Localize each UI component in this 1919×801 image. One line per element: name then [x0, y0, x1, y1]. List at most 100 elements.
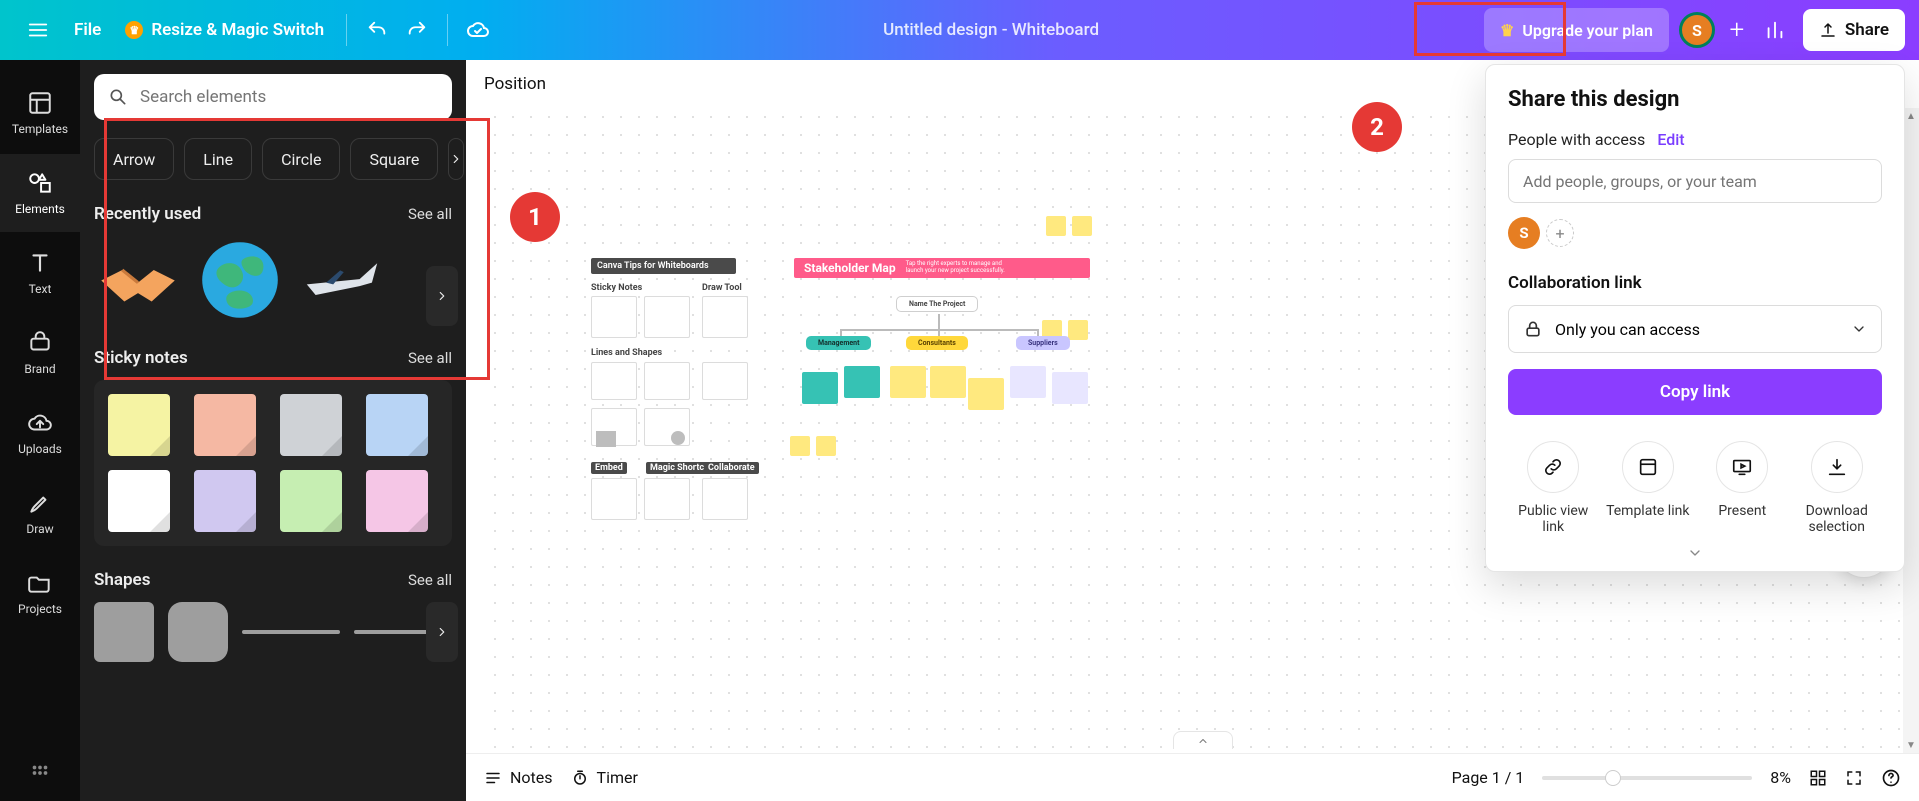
zoom-thumb[interactable] — [1605, 770, 1621, 786]
shape-square[interactable] — [94, 602, 154, 662]
recent-globe[interactable] — [196, 236, 284, 324]
document-title[interactable]: Untitled design - Whiteboard — [883, 20, 1099, 40]
pill-management[interactable]: Management — [806, 336, 871, 350]
search-input[interactable] — [138, 86, 438, 108]
page-pull-handle[interactable] — [1173, 731, 1233, 749]
project-name-pill[interactable]: Name The Project — [896, 296, 978, 312]
sticky-coral[interactable] — [194, 394, 256, 456]
sticky-yellow[interactable] — [108, 394, 170, 456]
scroll-down-icon[interactable]: ▼ — [1903, 737, 1919, 753]
sticky-white[interactable] — [108, 470, 170, 532]
scroll-up-icon[interactable]: ▲ — [1903, 108, 1919, 124]
chip-circle[interactable]: Circle — [262, 138, 340, 180]
chip-line[interactable]: Line — [184, 138, 252, 180]
canvas-note[interactable] — [930, 366, 966, 398]
add-collaborator-button[interactable]: + — [1719, 12, 1755, 48]
element-chips: Arrow Line Circle Square — [94, 138, 452, 180]
share-opt-present[interactable]: Present — [1697, 441, 1788, 535]
canvas-note[interactable] — [1052, 372, 1088, 404]
user-avatar[interactable]: S — [1679, 12, 1715, 48]
fullscreen-button[interactable] — [1845, 769, 1863, 787]
share-button[interactable]: Share — [1803, 9, 1905, 51]
zoom-percent[interactable]: 8% — [1770, 768, 1791, 787]
grid-view-button[interactable] — [1809, 769, 1827, 787]
page-indicator[interactable]: Page 1 / 1 — [1452, 768, 1525, 787]
canvas-sticky[interactable] — [1046, 216, 1066, 236]
file-menu[interactable]: File — [62, 10, 113, 50]
callout-number-2: 2 — [1352, 102, 1402, 152]
share-user-avatar[interactable]: S — [1508, 217, 1540, 249]
shape-rounded[interactable] — [168, 602, 228, 662]
menu-button[interactable] — [14, 6, 62, 54]
canvas-note[interactable] — [968, 378, 1004, 410]
resize-magic-switch[interactable]: ♛ Resize & Magic Switch — [113, 10, 336, 50]
sticky-green[interactable] — [280, 470, 342, 532]
handshake-icon — [96, 249, 180, 312]
section-title: Sticky notes — [94, 348, 188, 368]
pill-suppliers[interactable]: Suppliers — [1016, 336, 1070, 350]
recent-scroll-right[interactable] — [426, 266, 458, 326]
sticky-grey[interactable] — [280, 394, 342, 456]
help-button[interactable] — [1881, 768, 1901, 788]
zoom-slider[interactable] — [1542, 776, 1752, 780]
canvas-scrollbar[interactable]: ▲ ▼ — [1903, 108, 1919, 753]
see-all-recent[interactable]: See all — [408, 205, 452, 223]
notes-button[interactable]: Notes — [484, 768, 553, 787]
section-sticky-notes: Sticky Notes — [591, 283, 642, 293]
sticky-lilac[interactable] — [194, 470, 256, 532]
canvas-note[interactable] — [890, 366, 926, 398]
shape-line[interactable] — [242, 630, 340, 634]
timer-button[interactable]: Timer — [571, 768, 638, 787]
rail-more-apps[interactable] — [0, 745, 80, 801]
search-elements[interactable] — [94, 74, 452, 120]
pill-consultants[interactable]: Consultants — [906, 336, 968, 350]
canvas-sticky[interactable] — [1068, 320, 1088, 340]
edit-access[interactable]: Edit — [1657, 130, 1684, 149]
undo-button[interactable] — [357, 10, 397, 50]
canvas-sticky[interactable] — [790, 436, 810, 456]
see-all-shapes[interactable]: See all — [408, 571, 452, 589]
chip-square[interactable]: Square — [350, 138, 438, 180]
notes-label: Notes — [510, 768, 553, 787]
share-opt-template[interactable]: Template link — [1603, 441, 1694, 535]
chevron-right-icon — [435, 625, 449, 639]
rail-templates[interactable]: Templates — [0, 74, 80, 152]
recent-airplane[interactable] — [298, 236, 386, 324]
add-person-button[interactable]: + — [1546, 219, 1574, 247]
canvas-sticky[interactable] — [816, 436, 836, 456]
recent-handshake[interactable] — [94, 236, 182, 324]
cloud-sync-button[interactable] — [458, 10, 498, 50]
globe-icon — [198, 238, 282, 322]
chip-arrow[interactable]: Arrow — [94, 138, 174, 180]
redo-icon — [406, 19, 428, 41]
canvas-note[interactable] — [802, 372, 838, 404]
share-opt-public[interactable]: Public view link — [1508, 441, 1599, 535]
rail-elements[interactable]: Elements — [0, 154, 80, 232]
rail-projects[interactable]: Projects — [0, 554, 80, 632]
insights-button[interactable] — [1755, 10, 1795, 50]
rail-uploads[interactable]: Uploads — [0, 394, 80, 472]
see-all-sticky[interactable]: See all — [408, 349, 452, 367]
rail-text[interactable]: Text — [0, 234, 80, 312]
top-bar: File ♛ Resize & Magic Switch Untitled de… — [0, 0, 1919, 60]
chips-scroll-right[interactable] — [448, 138, 464, 180]
canvas-note[interactable] — [844, 366, 880, 398]
upgrade-button[interactable]: ♛ Upgrade your plan — [1484, 8, 1669, 52]
canvas-note[interactable] — [1010, 366, 1046, 398]
rail-brand[interactable]: Brand — [0, 314, 80, 392]
access-level-select[interactable]: Only you can access — [1508, 305, 1882, 353]
copy-link-button[interactable]: Copy link — [1508, 369, 1882, 415]
rail-draw[interactable]: Draw — [0, 474, 80, 552]
canvas-sticky[interactable] — [1072, 216, 1092, 236]
grid-icon — [29, 762, 51, 784]
shapes-scroll-right[interactable] — [426, 602, 458, 662]
grid-view-icon — [1809, 769, 1827, 787]
share-opt-download[interactable]: Download selection — [1792, 441, 1883, 535]
sticky-pink[interactable] — [366, 470, 428, 532]
position-button[interactable]: Position — [484, 74, 546, 94]
sticky-blue[interactable] — [366, 394, 428, 456]
add-people-input[interactable] — [1508, 159, 1882, 203]
redo-button[interactable] — [397, 10, 437, 50]
share-see-more[interactable] — [1508, 545, 1882, 561]
chevron-up-icon — [1197, 735, 1209, 747]
